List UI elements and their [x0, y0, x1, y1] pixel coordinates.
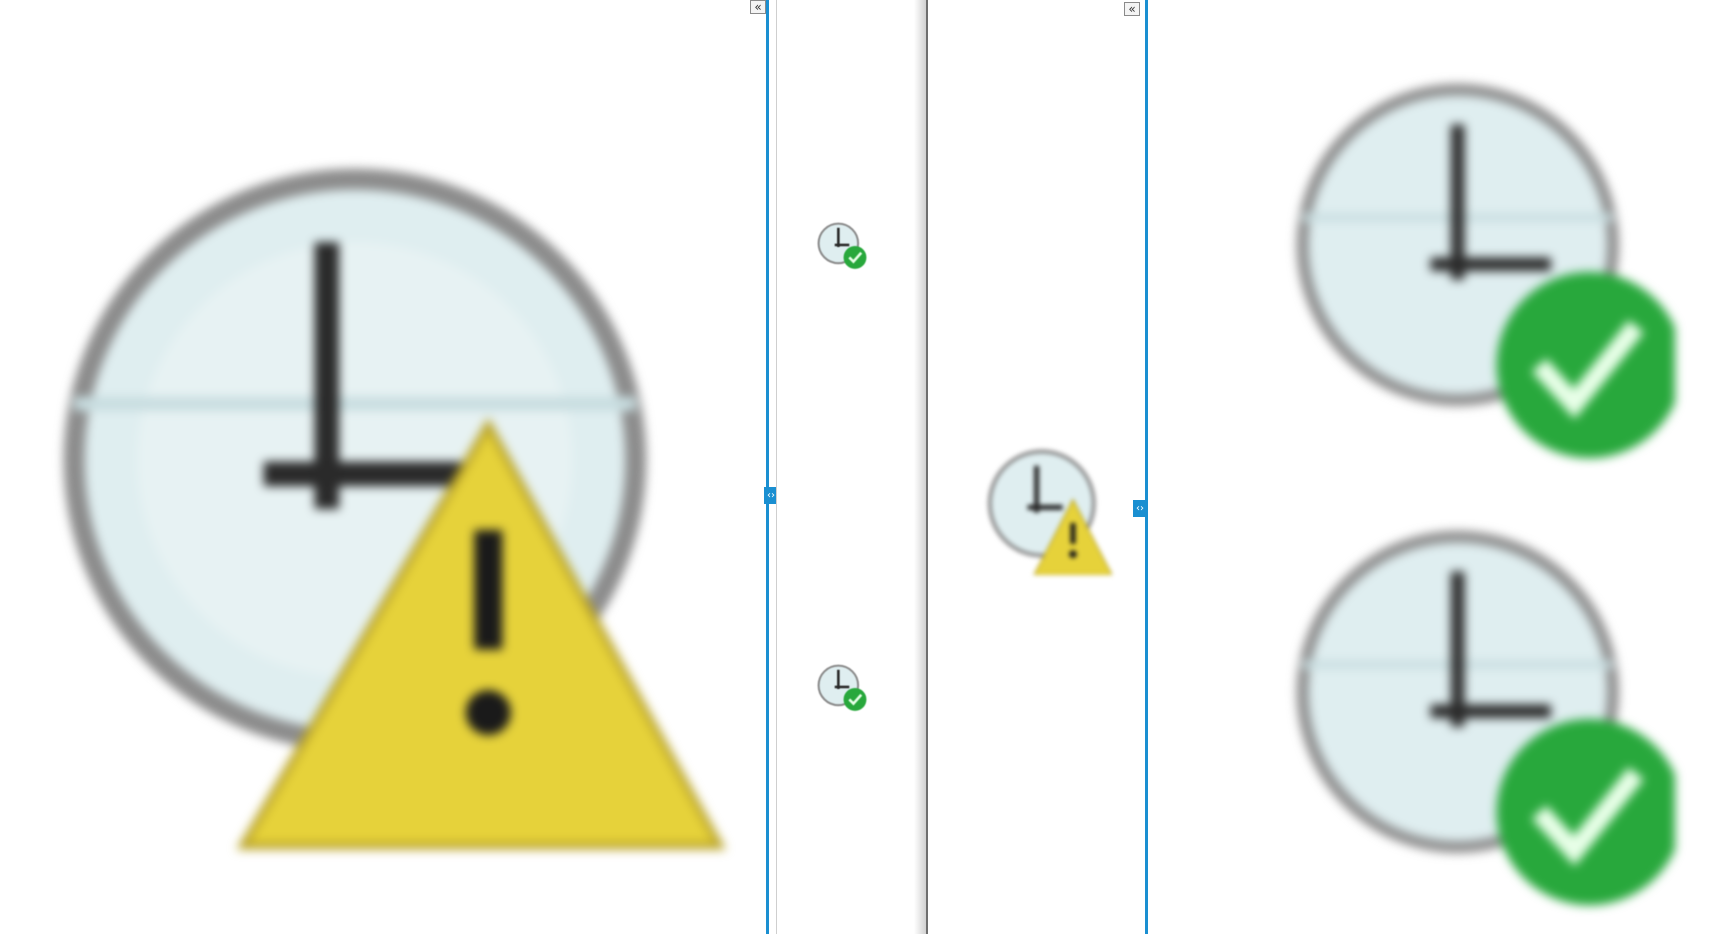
clock-check-graphic-large-bottom	[1296, 530, 1675, 906]
collapse-right-button[interactable]: «	[1124, 2, 1140, 16]
splitter-middle[interactable]	[926, 0, 928, 934]
splitter-left[interactable]	[766, 0, 769, 934]
clock-warning-graphic-small	[987, 449, 1112, 575]
clock-check-icon	[1287, 525, 1675, 913]
middle-pane	[777, 0, 925, 934]
clock-check-icon	[1287, 78, 1675, 466]
app-window: « ‹› « ‹›	[0, 0, 1715, 934]
clock-warning-icon	[982, 445, 1112, 575]
splitter-right[interactable]	[1145, 0, 1148, 934]
clock-check-graphic-top	[817, 222, 867, 269]
right-narrow-pane	[931, 0, 1138, 934]
clock-check-graphic-large-top	[1296, 83, 1675, 459]
collapse-left-button[interactable]: «	[750, 0, 766, 14]
splitter-right-handle[interactable]: ‹›	[1133, 500, 1147, 517]
clock-warning-icon	[32, 140, 734, 850]
clock-check-icon	[816, 662, 868, 714]
far-right-pane	[1152, 0, 1715, 934]
clock-check-graphic-bottom	[817, 664, 867, 711]
clock-check-icon	[816, 220, 868, 272]
clock-warning-graphic	[63, 168, 726, 850]
pane-shadow	[914, 0, 926, 934]
left-pane	[0, 0, 766, 934]
